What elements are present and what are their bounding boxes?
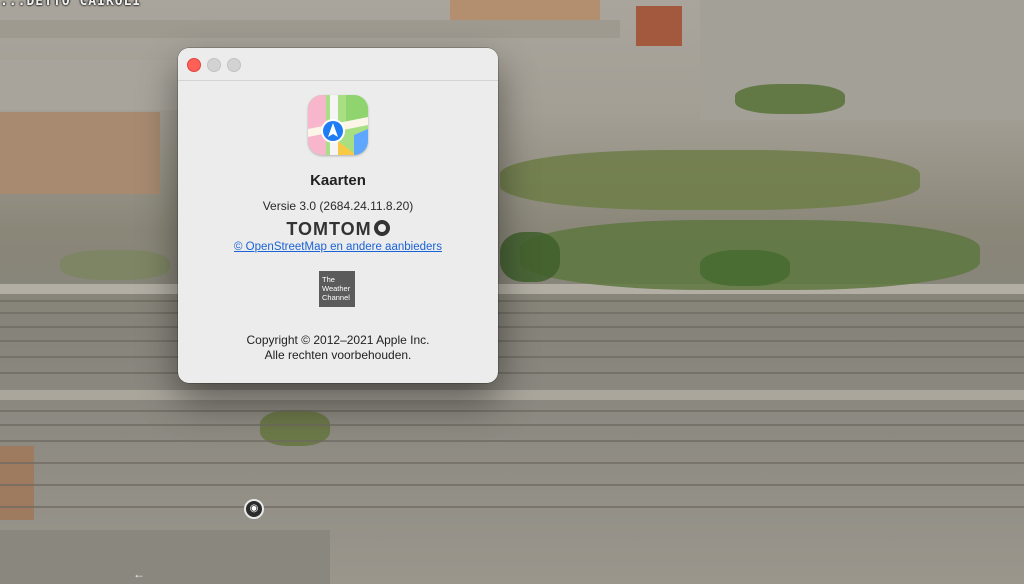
map-building	[636, 6, 682, 46]
about-window: Kaarten Versie 3.0 (2684.24.11.8.20) TOM…	[178, 48, 498, 383]
copyright-line: Copyright © 2012–2021 Apple Inc.	[246, 333, 430, 347]
tomtom-logo-text: TOMTOM	[286, 219, 372, 239]
minimize-button[interactable]	[207, 58, 221, 72]
map-track	[0, 506, 1024, 508]
map-road	[0, 20, 620, 38]
weather-channel-logo: The Weather Channel	[319, 271, 355, 307]
map-building	[0, 446, 34, 520]
window-titlebar[interactable]	[178, 48, 498, 81]
map-parking	[0, 60, 180, 110]
openstreetmap-link[interactable]: © OpenStreetMap en andere aanbieders	[178, 241, 498, 253]
map-track	[0, 440, 1024, 442]
map-building	[0, 112, 160, 194]
poi-pin-icon[interactable]: ◉	[244, 499, 264, 519]
map-track	[0, 462, 1024, 464]
map-vegetation	[735, 84, 845, 114]
rights-line: Alle rechten voorbehouden.	[264, 348, 412, 362]
map-track	[0, 424, 1024, 426]
road-arrow-icon: ←	[133, 567, 145, 581]
map-track	[0, 484, 1024, 486]
copyright-text: Copyright © 2012–2021 Apple Inc. Alle re…	[178, 333, 498, 363]
map-track	[0, 372, 1024, 374]
map-vegetation	[60, 250, 170, 280]
map-vegetation	[700, 250, 790, 286]
map-vegetation	[500, 232, 560, 282]
tomtom-hands-icon	[373, 220, 390, 236]
map-track	[0, 312, 1024, 314]
map-vegetation	[500, 150, 920, 210]
satellite-map[interactable]: ...DETTO CAIROLI ◉ ←	[0, 0, 1024, 584]
street-label: ...DETTO CAIROLI	[0, 0, 142, 9]
tomtom-logo: TOMTOM	[178, 219, 498, 240]
map-building	[450, 0, 600, 20]
map-track	[0, 410, 1024, 412]
map-track	[0, 300, 1024, 302]
app-version: Versie 3.0 (2684.24.11.8.20)	[262, 199, 414, 213]
zoom-button[interactable]	[227, 58, 241, 72]
map-track	[0, 340, 1024, 342]
map-platform	[0, 390, 1024, 400]
map-parking	[0, 530, 330, 584]
maps-app-icon	[308, 95, 368, 155]
close-button[interactable]	[187, 58, 201, 72]
app-name: Kaarten	[310, 172, 366, 189]
map-track	[0, 356, 1024, 358]
map-track	[0, 326, 1024, 328]
